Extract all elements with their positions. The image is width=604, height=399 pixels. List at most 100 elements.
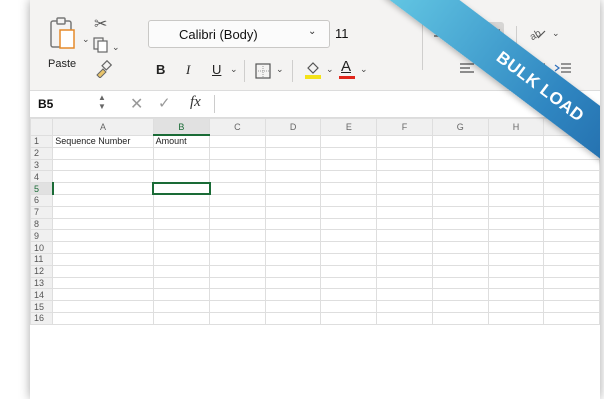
cell-b6[interactable] bbox=[152, 193, 211, 207]
cell-e12[interactable] bbox=[320, 264, 378, 278]
cell-f7[interactable] bbox=[376, 205, 433, 219]
cell-i3[interactable] bbox=[543, 158, 600, 172]
cell-a14[interactable] bbox=[52, 288, 154, 302]
font-color-icon[interactable]: A bbox=[338, 56, 356, 80]
row-header-11[interactable]: 11 bbox=[30, 252, 54, 266]
cell-d8[interactable] bbox=[264, 217, 322, 231]
cell-d16[interactable] bbox=[264, 311, 322, 325]
cell-i15[interactable] bbox=[543, 300, 600, 313]
cell-d4[interactable] bbox=[264, 170, 322, 184]
cell-e10[interactable] bbox=[320, 241, 378, 254]
cell-e8[interactable] bbox=[320, 217, 378, 231]
row-header-2[interactable]: 2 bbox=[30, 146, 54, 160]
cell-c2[interactable] bbox=[209, 146, 266, 160]
cell-a8[interactable] bbox=[52, 217, 154, 231]
cell-h5[interactable] bbox=[487, 182, 545, 195]
cell-a3[interactable] bbox=[52, 158, 154, 172]
column-header-f[interactable]: F bbox=[376, 118, 433, 136]
cell-d15[interactable] bbox=[264, 300, 322, 313]
column-header-d[interactable]: D bbox=[264, 118, 322, 136]
cell-h6[interactable] bbox=[487, 193, 545, 207]
cell-h7[interactable] bbox=[487, 205, 545, 219]
cell-i5[interactable] bbox=[543, 182, 600, 195]
cell-a13[interactable] bbox=[52, 276, 154, 290]
cell-a16[interactable] bbox=[52, 311, 154, 325]
cell-f14[interactable] bbox=[376, 288, 433, 302]
font-size-value[interactable]: 11 bbox=[335, 26, 349, 41]
cell-i14[interactable] bbox=[543, 288, 600, 302]
cell-b9[interactable] bbox=[152, 229, 211, 243]
cell-h10[interactable] bbox=[487, 241, 545, 254]
cell-g10[interactable] bbox=[431, 241, 489, 254]
cell-b4[interactable] bbox=[152, 170, 211, 184]
insert-function-button[interactable]: fx bbox=[190, 94, 201, 111]
paste-icon[interactable] bbox=[48, 16, 78, 52]
cell-a2[interactable] bbox=[52, 146, 154, 160]
cell-f6[interactable] bbox=[376, 193, 433, 207]
cell-b13[interactable] bbox=[152, 276, 211, 290]
borders-icon[interactable] bbox=[252, 60, 274, 82]
row-header-13[interactable]: 13 bbox=[30, 276, 54, 290]
cell-g15[interactable] bbox=[431, 300, 489, 313]
orientation-chevron-icon[interactable]: ⌄ bbox=[552, 28, 560, 39]
cell-i8[interactable] bbox=[543, 217, 600, 231]
cell-f8[interactable] bbox=[376, 217, 433, 231]
confirm-entry-icon[interactable]: ✓ bbox=[158, 94, 171, 112]
cell-g4[interactable] bbox=[431, 170, 489, 184]
column-header-a[interactable]: A bbox=[52, 118, 154, 136]
column-header-b[interactable]: B bbox=[152, 118, 211, 136]
cell-c4[interactable] bbox=[209, 170, 266, 184]
cell-c16[interactable] bbox=[209, 311, 266, 325]
cell-d13[interactable] bbox=[264, 276, 322, 290]
cell-b2[interactable] bbox=[152, 146, 211, 160]
select-all-corner[interactable] bbox=[30, 118, 54, 136]
row-header-3[interactable]: 3 bbox=[30, 158, 54, 172]
cell-i6[interactable] bbox=[543, 193, 600, 207]
cell-i4[interactable] bbox=[543, 170, 600, 184]
cell-a6[interactable] bbox=[52, 193, 154, 207]
cell-f4[interactable] bbox=[376, 170, 433, 184]
cell-g5[interactable] bbox=[431, 182, 489, 195]
cell-g14[interactable] bbox=[431, 288, 489, 302]
cell-f13[interactable] bbox=[376, 276, 433, 290]
cell-d12[interactable] bbox=[264, 264, 322, 278]
cell-c13[interactable] bbox=[209, 276, 266, 290]
cell-f11[interactable] bbox=[376, 252, 433, 266]
cell-b10[interactable] bbox=[152, 241, 211, 254]
cell-f12[interactable] bbox=[376, 264, 433, 278]
cell-h1[interactable] bbox=[487, 134, 545, 148]
cell-g8[interactable] bbox=[431, 217, 489, 231]
cell-h13[interactable] bbox=[487, 276, 545, 290]
cell-d6[interactable] bbox=[264, 193, 322, 207]
column-header-g[interactable]: G bbox=[431, 118, 489, 136]
cell-h15[interactable] bbox=[487, 300, 545, 313]
name-box-stepper-icon[interactable]: ▲ ▼ bbox=[98, 93, 106, 111]
fill-color-icon[interactable] bbox=[302, 58, 324, 80]
cell-d2[interactable] bbox=[264, 146, 322, 160]
cell-b16[interactable] bbox=[152, 311, 211, 325]
cell-a4[interactable] bbox=[52, 170, 154, 184]
cell-e7[interactable] bbox=[320, 205, 378, 219]
cell-c11[interactable] bbox=[209, 252, 266, 266]
copy-chevron-icon[interactable]: ⌄ bbox=[112, 42, 120, 53]
row-header-7[interactable]: 7 bbox=[30, 205, 54, 219]
cell-f2[interactable] bbox=[376, 146, 433, 160]
cell-g2[interactable] bbox=[431, 146, 489, 160]
font-color-chevron-icon[interactable]: ⌄ bbox=[360, 64, 368, 75]
cell-c5[interactable] bbox=[209, 182, 266, 195]
cell-h12[interactable] bbox=[487, 264, 545, 278]
cell-e4[interactable] bbox=[320, 170, 378, 184]
cell-g12[interactable] bbox=[431, 264, 489, 278]
cell-f3[interactable] bbox=[376, 158, 433, 172]
cell-e14[interactable] bbox=[320, 288, 378, 302]
cell-g9[interactable] bbox=[431, 229, 489, 243]
bold-button[interactable]: B bbox=[156, 62, 165, 77]
cell-h3[interactable] bbox=[487, 158, 545, 172]
cell-e9[interactable] bbox=[320, 229, 378, 243]
cell-g16[interactable] bbox=[431, 311, 489, 325]
cell-i16[interactable] bbox=[543, 311, 600, 325]
cell-g3[interactable] bbox=[431, 158, 489, 172]
cell-d10[interactable] bbox=[264, 241, 322, 254]
cell-b5[interactable] bbox=[152, 181, 211, 196]
cell-b1[interactable]: Amount bbox=[152, 134, 211, 148]
